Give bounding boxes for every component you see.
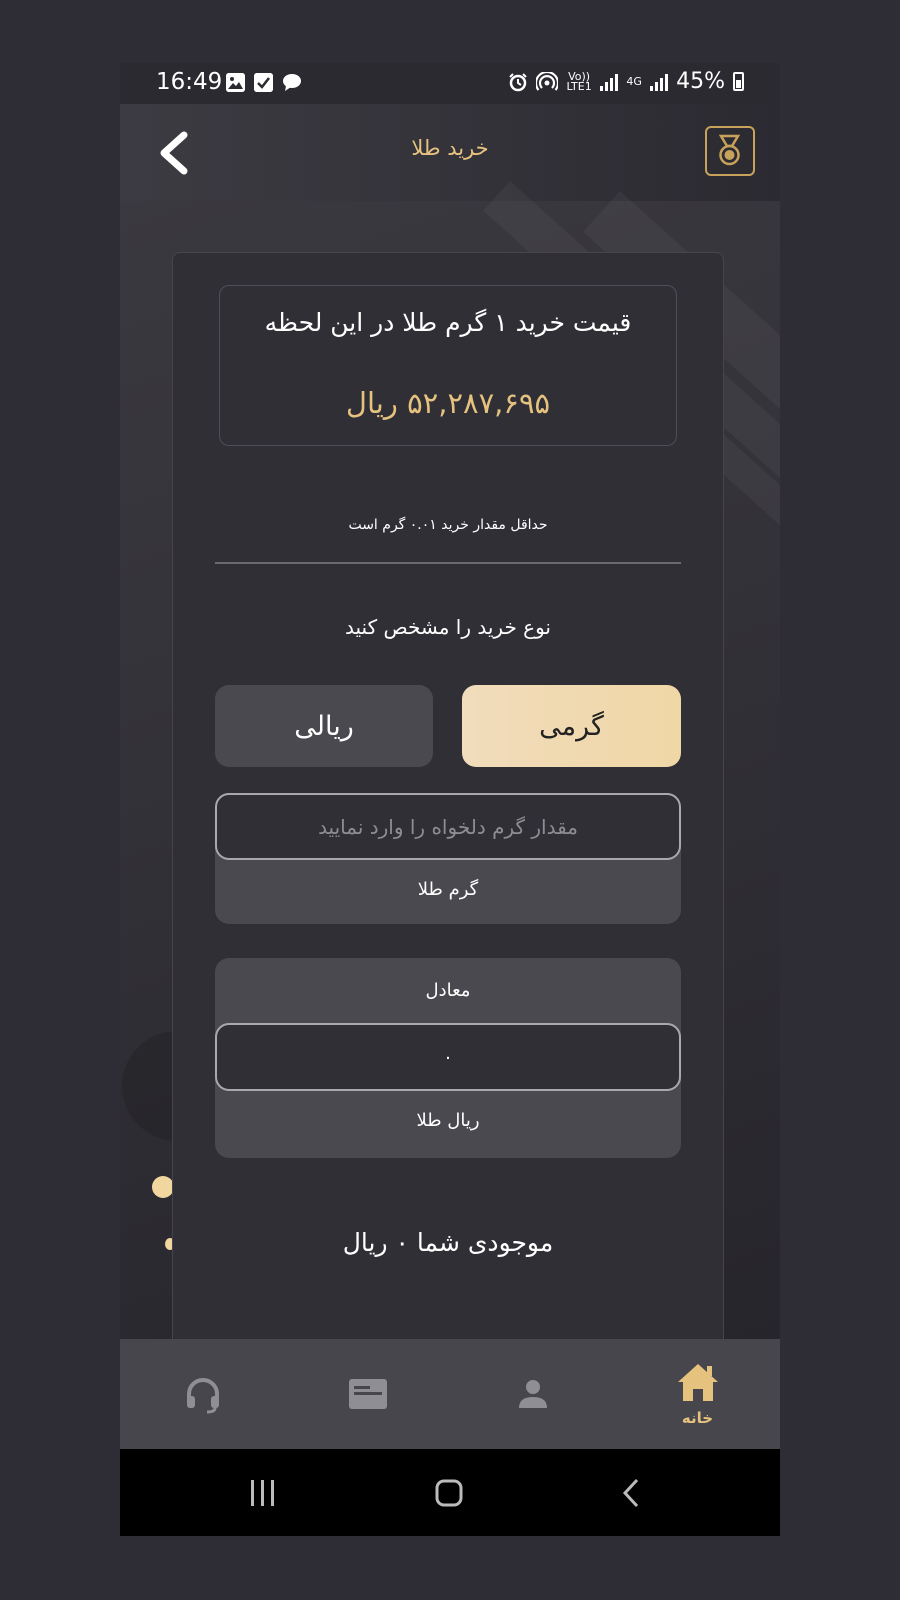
card-icon: [348, 1379, 387, 1409]
phone-screen: 16:49 Vo)) LTE1 4G 45% خرید طلا قیمت خری…: [120, 63, 780, 1536]
bottom-nav: خانه: [120, 1339, 780, 1449]
back-arrow-icon: [622, 1478, 639, 1508]
recent-apps-icon: [251, 1480, 274, 1506]
rial-type-button[interactable]: ریالی: [215, 685, 433, 767]
image-icon: [226, 73, 245, 92]
equivalent-value-field: [215, 1023, 681, 1091]
gold-medal-logo-icon[interactable]: [705, 126, 755, 176]
system-nav-bar: [120, 1449, 780, 1536]
app-header: خرید طلا: [120, 104, 780, 201]
status-bar: 16:49 Vo)) LTE1 4G 45%: [120, 63, 780, 104]
divider: [215, 562, 681, 564]
home-system-button[interactable]: [419, 1469, 479, 1517]
battery-percent: 45%: [676, 69, 725, 94]
equivalent-label: معادل: [425, 980, 471, 1001]
coin-decoration: [152, 1176, 174, 1198]
gram-input-group: گرم طلا: [215, 793, 681, 924]
nav-home-label: خانه: [681, 1409, 714, 1427]
rial-type-label: ریالی: [294, 710, 354, 742]
equivalent-group: معادل ریال طلا: [215, 958, 681, 1158]
4g-icon: 4G: [626, 74, 642, 88]
nav-profile[interactable]: [450, 1339, 615, 1449]
status-time: 16:49: [156, 69, 223, 95]
signal-icon: [600, 73, 619, 91]
purchase-card: قیمت خرید ۱ گرم طلا در این لحظه ۵۲,۲۸۷,۶…: [172, 252, 724, 1382]
minimum-purchase-note: حداقل مقدار خرید ۰.۰۱ گرم است: [348, 517, 548, 533]
hotspot-icon: [536, 71, 559, 91]
battery-icon: [733, 72, 744, 91]
nav-transactions[interactable]: [285, 1339, 450, 1449]
signal-icon-2: [650, 73, 669, 91]
back-system-button[interactable]: [602, 1469, 662, 1517]
person-icon: [518, 1380, 547, 1408]
status-notification-icons: [226, 73, 302, 96]
check-icon: [254, 73, 273, 92]
price-label: قیمت خرید ۱ گرم طلا در این لحظه: [264, 308, 632, 337]
alarm-icon: [509, 72, 527, 91]
page-title: خرید طلا: [411, 136, 489, 160]
headset-icon: [186, 1378, 219, 1414]
gram-type-button[interactable]: گرمی: [462, 685, 681, 767]
nav-home[interactable]: خانه: [615, 1339, 780, 1449]
nav-support[interactable]: [120, 1339, 285, 1449]
gram-type-label: گرمی: [539, 710, 604, 742]
equivalent-unit-label: ریال طلا: [416, 1110, 480, 1131]
purchase-type-label: نوع خرید را مشخص کنید: [345, 615, 551, 639]
volte-icon: Vo)) LTE1: [566, 69, 592, 93]
price-box: قیمت خرید ۱ گرم طلا در این لحظه ۵۲,۲۸۷,۶…: [219, 285, 677, 446]
recent-apps-button[interactable]: [233, 1469, 293, 1517]
gram-amount-input[interactable]: [215, 793, 681, 860]
home-icon: [677, 1364, 718, 1401]
home-circle-icon: [435, 1479, 463, 1507]
price-value: ۵۲,۲۸۷,۶۹۵ ریال: [345, 386, 551, 420]
gram-unit-label: گرم طلا: [417, 879, 479, 900]
balance-text: موجودی شما ۰ ریال: [342, 1228, 554, 1257]
chat-icon: [282, 73, 302, 96]
status-system-icons: Vo)) LTE1 4G 45%: [508, 69, 744, 94]
